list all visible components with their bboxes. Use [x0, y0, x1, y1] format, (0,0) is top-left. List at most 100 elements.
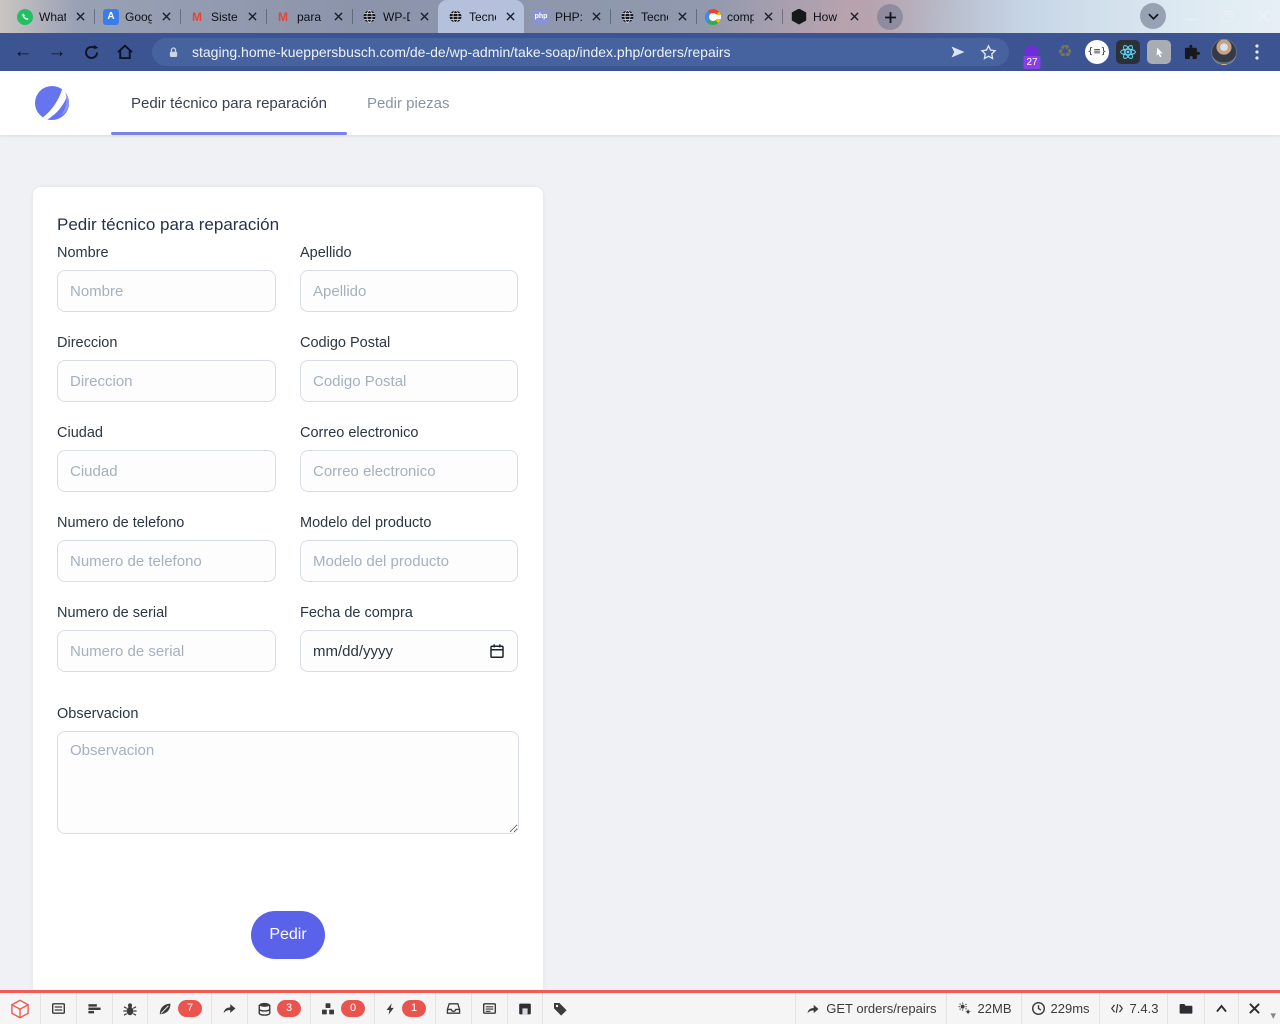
extensions-puzzle-icon[interactable]	[1178, 39, 1204, 65]
debugbar-php-version[interactable]: 7.4.3	[1099, 993, 1168, 1024]
debugbar-memory-usage[interactable]: 22MB	[946, 993, 1021, 1024]
home-button[interactable]	[110, 37, 140, 67]
tab-close-icon[interactable]	[846, 9, 862, 25]
extensions-area: 27 ♻ {≡}	[1019, 39, 1272, 65]
tab-close-icon[interactable]	[674, 9, 690, 25]
pedir-submit-button[interactable]: Pedir	[251, 911, 325, 959]
debugbar-exceptions-bug-icon[interactable]	[113, 993, 148, 1024]
debugbar-timeline-icon[interactable]	[77, 993, 113, 1024]
nombre-label: Nombre	[57, 245, 276, 261]
address-bar[interactable]: staging.home-kueppersbusch.com/de-de/wp-…	[152, 38, 1009, 66]
send-to-device-icon[interactable]	[947, 41, 969, 63]
browser-window: Whats A Googl M Sistem M para s	[0, 0, 1280, 1024]
apellido-input[interactable]	[300, 270, 518, 312]
browser-tab-sistema[interactable]: M Sistem	[180, 0, 266, 33]
form-grid: Nombre Apellido Direccion Codigo Postal …	[57, 245, 519, 695]
debugbar-folder-button[interactable]	[1167, 993, 1204, 1024]
debugbar-route-icon[interactable]	[212, 993, 248, 1024]
tab-close-icon[interactable]	[72, 9, 88, 25]
browser-tab-compra[interactable]: compr	[696, 0, 782, 33]
tab-close-icon[interactable]	[588, 9, 604, 25]
globe-favicon	[447, 9, 463, 25]
debugbar-expand-button[interactable]	[1204, 993, 1238, 1024]
debugbar-request-status[interactable]: GET orders/repairs	[795, 993, 945, 1024]
numero-telefono-input[interactable]	[57, 540, 276, 582]
debugbar-request-time[interactable]: 229ms	[1021, 993, 1099, 1024]
gmail-favicon: M	[189, 9, 205, 25]
tab-close-icon[interactable]	[416, 9, 432, 25]
browser-tab-wp-dashboard[interactable]: WP-Da	[352, 0, 438, 33]
debugbar-events-lightning-icon[interactable]: 1	[375, 993, 436, 1024]
tab-close-icon[interactable]	[502, 9, 518, 25]
tab-close-icon[interactable]	[330, 9, 346, 25]
tab-label: compr	[727, 10, 754, 24]
fecha-compra-input[interactable]: mm/dd/yyyy	[300, 630, 518, 672]
repair-form-card: Pedir técnico para reparación Nombre Ape…	[33, 187, 543, 999]
lock-icon[interactable]	[162, 41, 184, 63]
forward-button[interactable]: →	[42, 37, 72, 67]
site-header: Pedir técnico para reparación Pedir piez…	[0, 71, 1280, 135]
browser-tab-how-to[interactable]: How t	[782, 0, 868, 33]
recycle-extension-icon[interactable]: ♻	[1052, 39, 1078, 65]
codigo-postal-input[interactable]	[300, 360, 518, 402]
debugbar-gate-icon[interactable]	[508, 993, 543, 1024]
php-favicon: php	[533, 9, 549, 25]
browser-tab-tecno-active[interactable]: Tecno	[438, 0, 524, 33]
nombre-input[interactable]	[57, 270, 276, 312]
tab-pedir-tecnico[interactable]: Pedir técnico para reparación	[111, 71, 347, 135]
tab-label: Whats	[39, 10, 66, 24]
site-nav: Pedir técnico para reparación Pedir piez…	[111, 71, 470, 135]
purple-extension-icon[interactable]: 27	[1019, 39, 1045, 65]
bookmark-star-icon[interactable]	[977, 41, 999, 63]
page-scroll-caret-icon[interactable]: ▾	[1270, 993, 1280, 1024]
field-correo-electronico: Correo electronico	[300, 425, 518, 492]
window-maximize-button[interactable]	[1214, 4, 1240, 28]
correo-electronico-input[interactable]	[300, 450, 518, 492]
observacion-textarea[interactable]	[57, 731, 519, 834]
modelo-producto-input[interactable]	[300, 540, 518, 582]
debugbar-cache-tag-icon[interactable]	[543, 993, 577, 1024]
json-viewer-extension-icon[interactable]: {≡}	[1085, 40, 1109, 64]
tab-label: Googl	[125, 10, 152, 24]
url-text[interactable]: staging.home-kueppersbusch.com/de-de/wp-…	[192, 44, 939, 60]
date-placeholder: mm/dd/yyyy	[313, 643, 393, 660]
tab-close-icon[interactable]	[760, 9, 776, 25]
form-title: Pedir técnico para reparación	[57, 215, 519, 235]
tab-label: Tecno	[469, 10, 496, 24]
reload-button[interactable]	[76, 37, 106, 67]
pointer-extension-icon[interactable]	[1147, 40, 1171, 64]
calendar-icon[interactable]	[489, 643, 505, 659]
debugbar-queries-database-icon[interactable]: 3	[248, 993, 311, 1024]
numero-serial-input[interactable]	[57, 630, 276, 672]
debugbar-models-icon[interactable]: 0	[311, 993, 375, 1024]
field-apellido: Apellido	[300, 245, 518, 312]
browser-tab-whatsapp[interactable]: Whats	[8, 0, 94, 33]
back-button[interactable]: ←	[8, 37, 38, 67]
browser-menu-icon[interactable]	[1244, 39, 1270, 65]
browser-toolbar: ← → staging.home-kueppersbusch.com/de-de…	[0, 33, 1280, 71]
browser-tab-php-docs[interactable]: php PHP: g	[524, 0, 610, 33]
debugbar-laravel-logo-icon[interactable]	[0, 993, 41, 1024]
tab-close-icon[interactable]	[244, 9, 260, 25]
react-devtools-icon[interactable]	[1116, 40, 1140, 64]
field-direccion: Direccion	[57, 335, 276, 402]
tab-pedir-piezas[interactable]: Pedir piezas	[347, 71, 470, 135]
debugbar-messages-icon[interactable]	[41, 993, 77, 1024]
profile-avatar[interactable]	[1211, 39, 1237, 65]
tab-search-button[interactable]	[1140, 3, 1166, 29]
window-close-button[interactable]	[1250, 4, 1276, 28]
debugbar-mails-icon[interactable]	[436, 993, 472, 1024]
browser-tab-para-s[interactable]: M para s	[266, 0, 352, 33]
direccion-input[interactable]	[57, 360, 276, 402]
debugbar-close-button[interactable]	[1238, 993, 1270, 1024]
tab-label: WP-Da	[383, 10, 410, 24]
codigo-postal-label: Codigo Postal	[300, 335, 518, 351]
debugbar-views-leaf-icon[interactable]: 7	[148, 993, 212, 1024]
debugbar-session-icon[interactable]	[472, 993, 508, 1024]
browser-tab-google-translate[interactable]: A Googl	[94, 0, 180, 33]
tab-close-icon[interactable]	[158, 9, 174, 25]
browser-tab-tecno-2[interactable]: Tecno	[610, 0, 696, 33]
ciudad-input[interactable]	[57, 450, 276, 492]
window-minimize-button[interactable]	[1178, 4, 1204, 28]
new-tab-button[interactable]	[877, 4, 903, 30]
